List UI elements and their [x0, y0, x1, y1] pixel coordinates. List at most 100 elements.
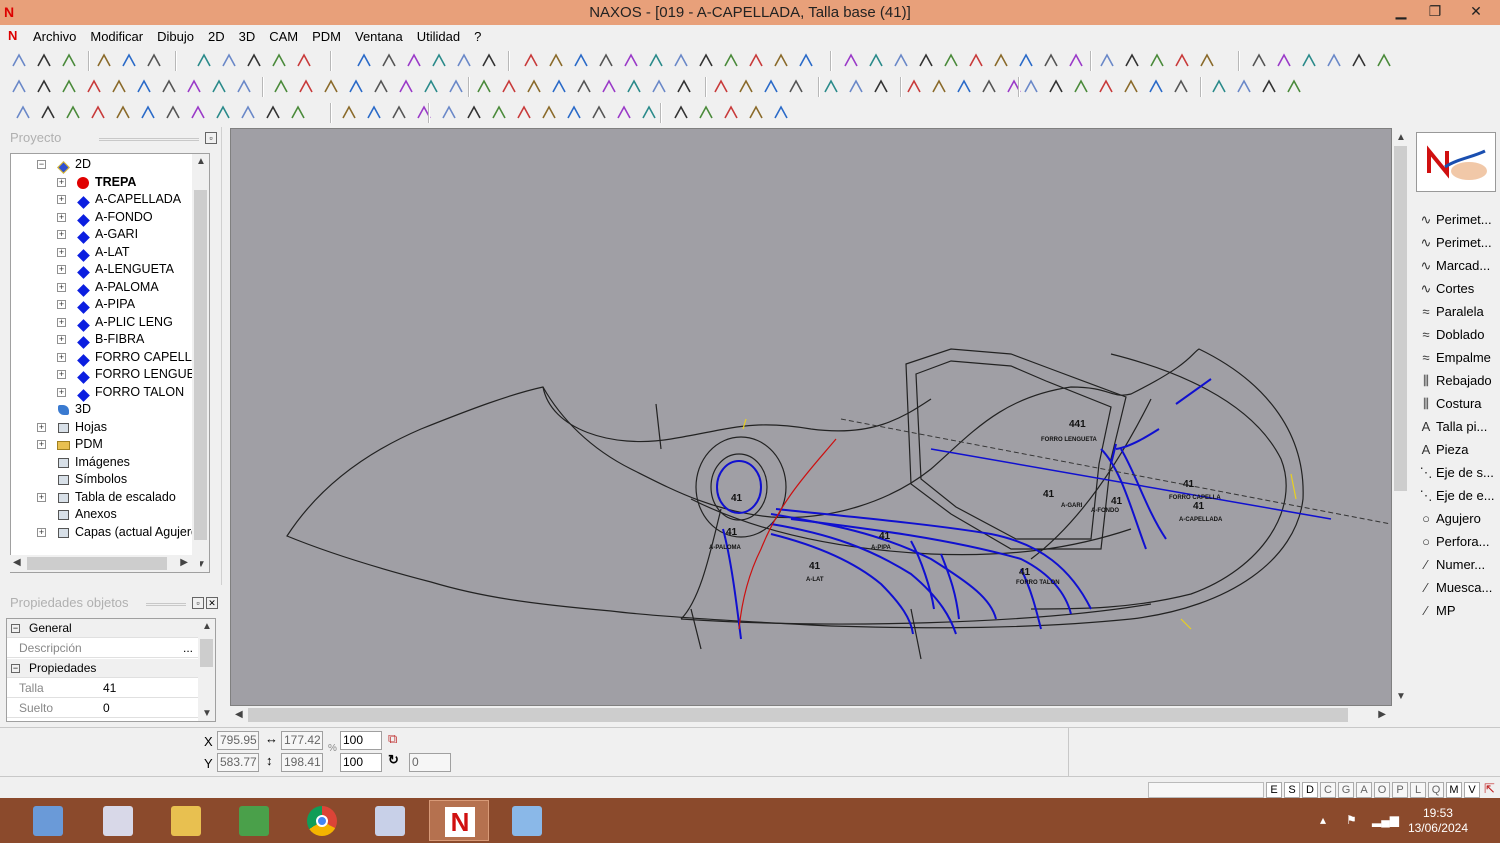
expand-icon[interactable]: + — [57, 300, 66, 309]
toolbar-tool-icon[interactable] — [1172, 78, 1190, 96]
toolbar-tool-icon[interactable] — [942, 52, 960, 70]
collapse-icon[interactable]: − — [37, 160, 46, 169]
close-button[interactable]: ✕ — [1452, 0, 1500, 25]
taskbar-app[interactable] — [156, 800, 216, 841]
property-value[interactable]: 41 — [103, 679, 116, 698]
panel-restore-button[interactable]: ▫ — [192, 597, 204, 609]
toolbar-tool-icon[interactable] — [1173, 52, 1191, 70]
toolbar-tool-icon[interactable] — [64, 104, 82, 122]
toolbar-tool-icon[interactable] — [1375, 52, 1393, 70]
palette-item[interactable]: ≈ Paralela — [1416, 300, 1500, 323]
toolbar-tool-icon[interactable] — [1022, 78, 1040, 96]
toolbar-tool-icon[interactable] — [787, 78, 805, 96]
toolbar-tool-icon[interactable] — [85, 78, 103, 96]
tree-node[interactable]: + A-LENGUETA — [11, 261, 194, 279]
toolbar-tool-icon[interactable] — [1067, 52, 1085, 70]
toolbar-tool-icon[interactable] — [525, 78, 543, 96]
toolbar-tool-icon[interactable] — [480, 52, 498, 70]
tree-horizontal-scrollbar[interactable]: ◀ ▶ — [10, 555, 200, 572]
expand-icon[interactable]: + — [57, 230, 66, 239]
status-flag[interactable]: P — [1392, 782, 1408, 798]
flag-icon[interactable]: ⚑ — [1346, 813, 1357, 827]
toolbar-tool-icon[interactable] — [355, 52, 373, 70]
maximize-button[interactable]: ❐ — [1418, 0, 1452, 25]
palette-item[interactable]: ∿ Perimet... — [1416, 208, 1500, 231]
toolbar-tool-icon[interactable] — [522, 52, 540, 70]
property-group[interactable]: − Propiedades — [7, 659, 199, 678]
toolbar-tool-icon[interactable] — [1098, 52, 1116, 70]
toolbar-tool-icon[interactable] — [500, 78, 518, 96]
toolbar-tool-icon[interactable] — [1260, 78, 1278, 96]
menu-modificar[interactable]: Modificar — [83, 29, 150, 44]
toolbar-tool-icon[interactable] — [650, 78, 668, 96]
toolbar-tool-icon[interactable] — [747, 104, 765, 122]
toolbar-tool-icon[interactable] — [289, 104, 307, 122]
scroll-down-icon[interactable]: ▼ — [202, 708, 212, 719]
palette-item[interactable]: ⋱ Eje de s... — [1416, 461, 1500, 484]
expand-icon[interactable]: + — [57, 247, 66, 257]
tree-scroll-thumb[interactable] — [194, 190, 207, 540]
toolbar-tool-icon[interactable] — [210, 78, 228, 96]
status-flag[interactable]: C — [1320, 782, 1336, 798]
toolbar-tool-icon[interactable] — [39, 104, 57, 122]
expand-icon[interactable]: + — [57, 387, 66, 397]
toolbar-tool-icon[interactable] — [772, 104, 790, 122]
toolbar-tool-icon[interactable] — [1072, 78, 1090, 96]
expand-icon[interactable]: + — [37, 527, 46, 537]
status-flag[interactable]: E — [1266, 782, 1282, 798]
menu-3d[interactable]: 3D — [232, 29, 263, 44]
toolbar-tool-icon[interactable] — [712, 78, 730, 96]
toolbar-tool-icon[interactable] — [1097, 78, 1115, 96]
tree-node[interactable]: − 2D — [11, 156, 194, 174]
tree-node[interactable]: + FORRO CAPELLA — [11, 349, 200, 367]
toolbar-tool-icon[interactable] — [540, 104, 558, 122]
palette-item[interactable]: ⁄ Numer... — [1416, 553, 1500, 576]
toolbar-tool-icon[interactable] — [340, 104, 358, 122]
toolbar-tool-icon[interactable] — [847, 78, 865, 96]
toolbar-tool-icon[interactable] — [14, 104, 32, 122]
toolbar-tool-icon[interactable] — [992, 52, 1010, 70]
taskbar-app[interactable] — [292, 800, 352, 841]
tree-node[interactable]: + A-PALOMA — [11, 279, 194, 297]
tree-node[interactable]: + A-PIPA — [11, 296, 194, 314]
toolbar-tool-icon[interactable] — [1005, 78, 1023, 96]
toolbar-tool-icon[interactable] — [917, 52, 935, 70]
palette-item[interactable]: A Pieza — [1416, 438, 1500, 461]
expand-icon[interactable]: + — [57, 177, 66, 187]
toolbar-tool-icon[interactable] — [114, 104, 132, 122]
toolbar-tool-icon[interactable] — [405, 52, 423, 70]
expand-icon[interactable]: + — [57, 195, 66, 204]
toolbar-tool-icon[interactable] — [625, 78, 643, 96]
toolbar-tool-icon[interactable] — [597, 52, 615, 70]
property-group[interactable]: − General — [7, 619, 199, 638]
canvas-vertical-scrollbar[interactable]: ▲ ▼ — [1392, 128, 1409, 706]
toolbar-tool-icon[interactable] — [1235, 78, 1253, 96]
status-flag[interactable]: M — [1446, 782, 1462, 798]
palette-item[interactable]: ⁄ MP — [1416, 599, 1500, 622]
palette-item[interactable]: ⁄ Muesca... — [1416, 576, 1500, 599]
palette-item[interactable]: ≈ Empalme — [1416, 346, 1500, 369]
taskbar-app[interactable]: N — [429, 800, 489, 841]
toolbar-tool-icon[interactable] — [575, 78, 593, 96]
toolbar-tool-icon[interactable] — [235, 78, 253, 96]
project-tree[interactable]: − 2D + TREPA + A-CAPELLADA + A-FONDO + A-GARI + A-L… — [10, 153, 210, 573]
toolbar-tool-icon[interactable] — [675, 78, 693, 96]
toolbar-tool-icon[interactable] — [145, 52, 163, 70]
property-row[interactable]: Talla 41 — [7, 679, 199, 698]
toolbar-tool-icon[interactable] — [1042, 52, 1060, 70]
toolbar-tool-icon[interactable] — [415, 104, 433, 122]
toolbar-tool-icon[interactable] — [10, 78, 28, 96]
tree-node[interactable]: + TREPA — [11, 174, 194, 191]
toolbar-tool-icon[interactable] — [762, 78, 780, 96]
toolbar-tool-icon[interactable] — [295, 52, 313, 70]
expand-icon[interactable]: + — [57, 282, 66, 292]
toolbar-tool-icon[interactable] — [547, 52, 565, 70]
toolbar-tool-icon[interactable] — [347, 78, 365, 96]
palette-item[interactable]: ∿ Perimet... — [1416, 231, 1500, 254]
scroll-up-icon[interactable]: ▲ — [196, 156, 206, 167]
rotate-icon[interactable]: ↻ — [388, 752, 399, 768]
toolbar-tool-icon[interactable] — [380, 52, 398, 70]
menu-2d[interactable]: 2D — [201, 29, 232, 44]
toolbar-tool-icon[interactable] — [930, 78, 948, 96]
pin-button[interactable]: ▫ — [205, 132, 217, 144]
